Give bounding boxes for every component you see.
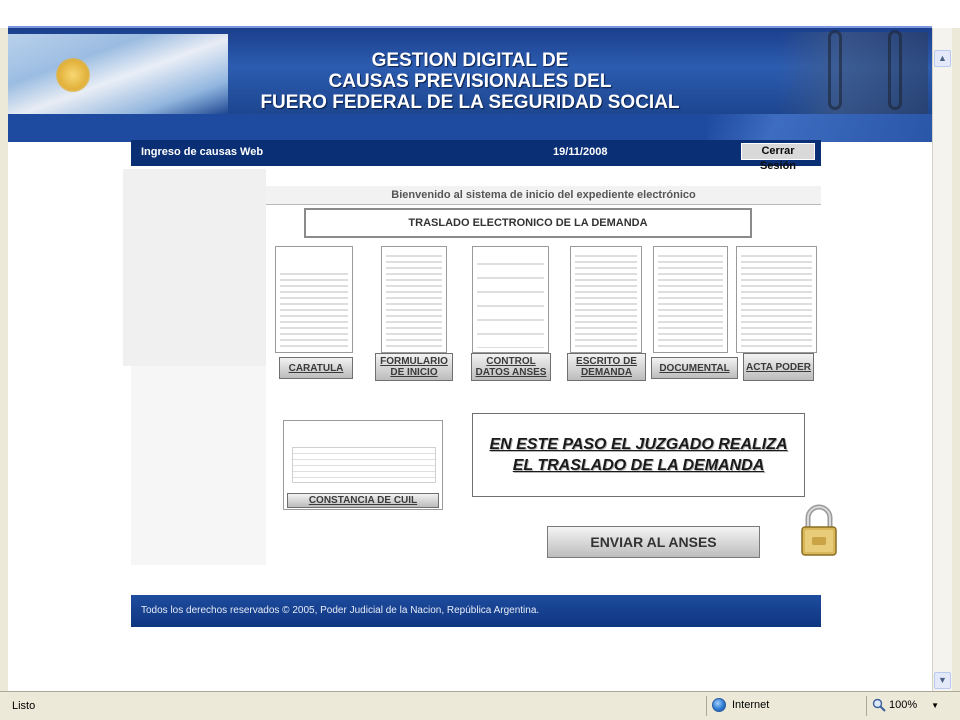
document-button-escrito[interactable]: ESCRITO DE DEMANDA [567, 353, 646, 381]
step-title: TRASLADO ELECTRONICO DE LA DEMANDA [304, 208, 752, 238]
scroll-up-icon[interactable]: ▲ [934, 50, 951, 67]
document-thumbnail-caratula[interactable] [275, 246, 353, 353]
footer-bar: Todos los derechos reservados © 2005, Po… [131, 595, 821, 627]
zoom-level: 100% [889, 699, 918, 711]
document-thumbnail-documental[interactable] [653, 246, 728, 353]
app-title: Ingreso de causas Web [141, 146, 264, 158]
info-note: EN ESTE PASO EL JUZGADO REALIZA EL TRASL… [472, 413, 805, 497]
current-date: 19/11/2008 [553, 146, 608, 158]
document-button-formulario[interactable]: FORMULARIO DE INICIO [375, 353, 453, 381]
document-preview [658, 251, 723, 348]
left-sidebar-top [123, 169, 266, 366]
zoom-control[interactable]: 100% ▼ [872, 698, 939, 712]
browser-top [0, 0, 960, 28]
banner-subbar-accent [708, 114, 932, 142]
document-button-acta[interactable]: ACTA PODER [743, 353, 814, 381]
document-preview [741, 251, 812, 348]
banner-title: GESTION DIGITAL DE CAUSAS PREVISIONALES … [8, 50, 932, 113]
page-viewport: GESTION DIGITAL DE CAUSAS PREVISIONALES … [8, 28, 932, 691]
footer-gap [131, 565, 269, 595]
magnifier-icon [872, 698, 886, 712]
document-preview [575, 251, 637, 348]
app-bar: Ingreso de causas Web 19/11/2008 Cerrar … [131, 140, 821, 172]
send-to-anses-button[interactable]: ENVIAR AL ANSES [547, 526, 760, 558]
document-thumbnail-control[interactable] [472, 246, 549, 353]
status-divider [866, 696, 867, 716]
zoom-dropdown-icon[interactable]: ▼ [931, 701, 939, 710]
security-zone[interactable]: Internet [712, 698, 769, 712]
document-preview [386, 251, 442, 348]
document-button-caratula[interactable]: CARATULA [279, 357, 353, 379]
document-thumbnail-formulario[interactable] [381, 246, 447, 353]
document-thumbnail-cuil[interactable]: CONSTANCIA DE CUIL [283, 420, 443, 510]
banner-title-line-2: CAUSAS PREVISIONALES DEL [328, 71, 612, 92]
document-thumbnail-acta[interactable] [736, 246, 817, 353]
document-preview [292, 447, 436, 483]
document-header [280, 251, 348, 269]
document-button-control[interactable]: CONTROL DATOS ANSES [471, 353, 551, 381]
browser-window: ▼ GESTION DIGITAL DE CAUSAS PREVISIONALE… [0, 0, 960, 720]
scroll-down-icon[interactable]: ▼ [934, 672, 951, 689]
status-bar: Listo Internet 100% ▼ [0, 691, 960, 720]
document-thumbnail-escrito[interactable] [570, 246, 642, 353]
welcome-text: Bienvenido al sistema de inicio del expe… [266, 186, 821, 204]
zone-label: Internet [732, 699, 770, 711]
copyright-text: Todos los derechos reservados © 2005, Po… [141, 605, 540, 616]
welcome-divider [266, 204, 821, 205]
banner-title-line-1: GESTION DIGITAL DE [371, 50, 569, 71]
logout-button[interactable]: Cerrar Sesión [741, 143, 815, 172]
document-preview [477, 251, 544, 348]
document-button-documental[interactable]: DOCUMENTAL [651, 357, 738, 379]
padlock-icon [796, 503, 842, 559]
globe-icon [712, 698, 726, 712]
status-divider [706, 696, 707, 716]
header-banner: GESTION DIGITAL DE CAUSAS PREVISIONALES … [8, 28, 932, 114]
document-button-cuil[interactable]: CONSTANCIA DE CUIL [287, 493, 439, 508]
vertical-scrollbar[interactable]: ▲ ▼ [932, 28, 952, 691]
banner-title-line-3: FUERO FEDERAL DE LA SEGURIDAD SOCIAL [260, 92, 680, 113]
status-text: Listo [12, 700, 36, 712]
